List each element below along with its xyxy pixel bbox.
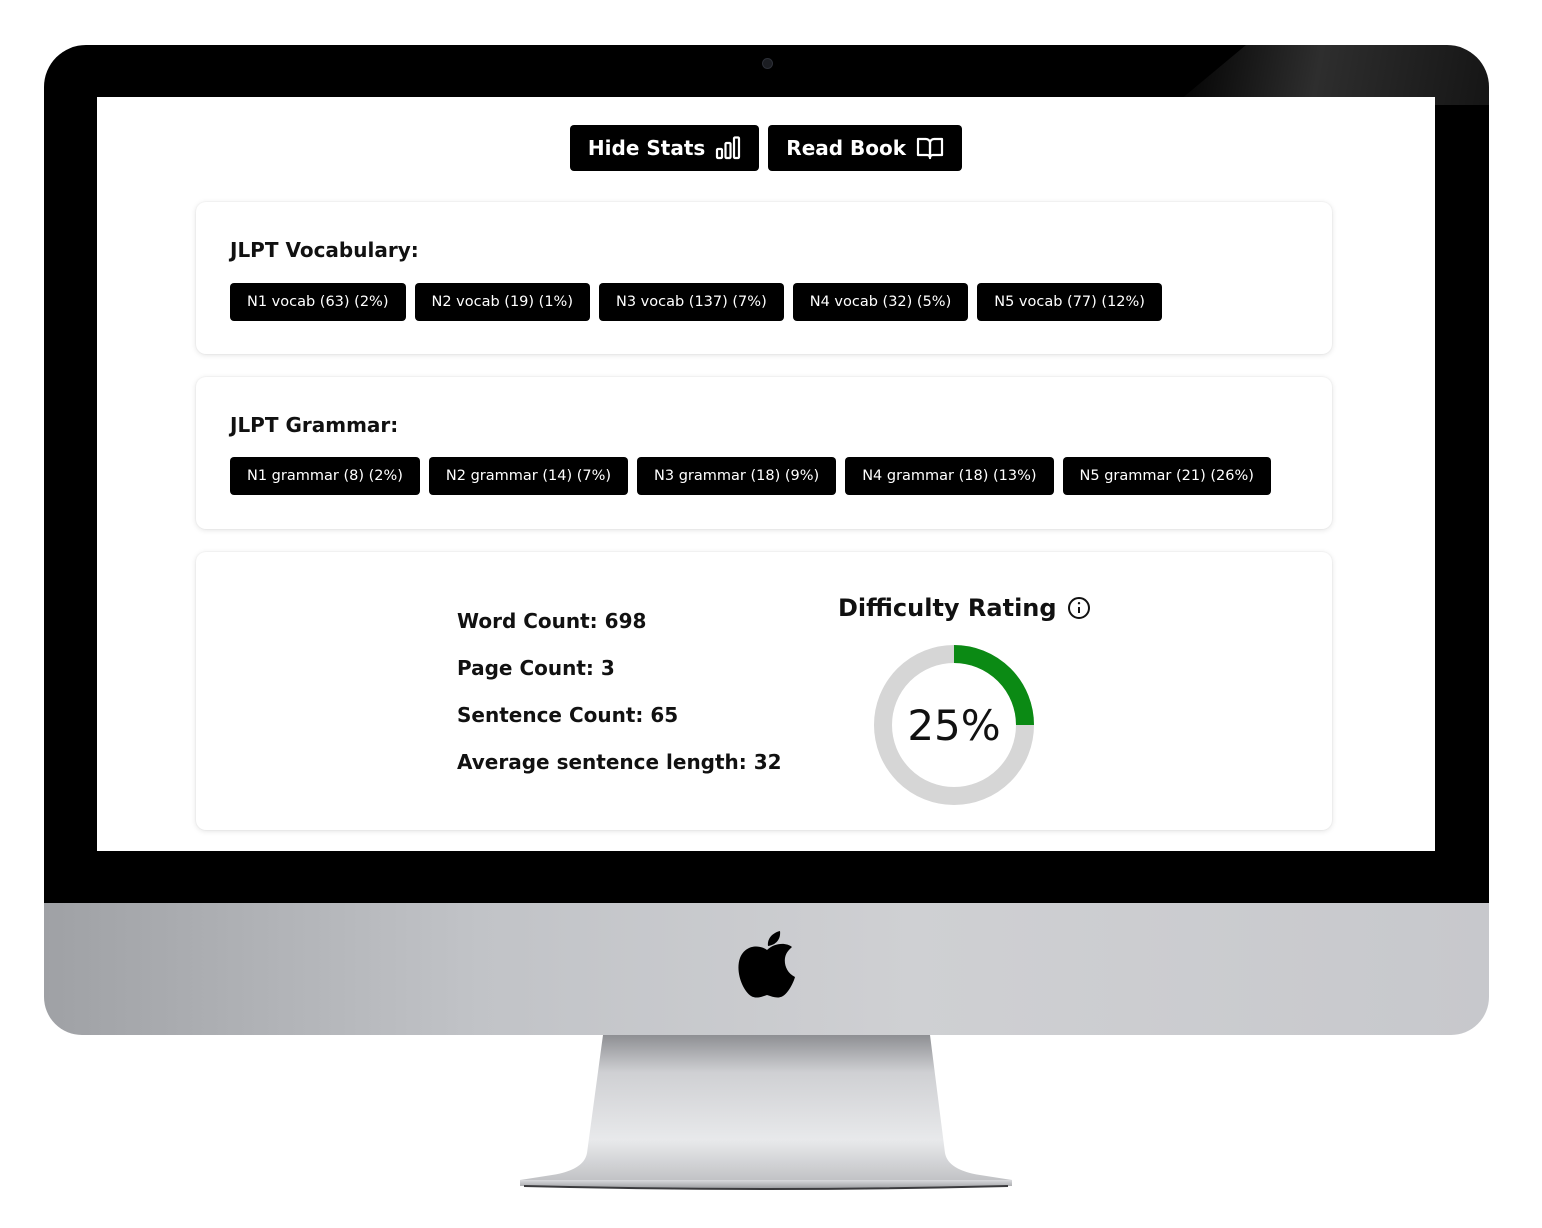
- hide-stats-label: Hide Stats: [587, 136, 706, 160]
- bar-chart-icon: [715, 136, 741, 160]
- info-icon[interactable]: [1067, 596, 1091, 620]
- grammar-tag-n3[interactable]: N3 grammar (18) (9%): [637, 457, 837, 495]
- word-count: Word Count: 698: [457, 609, 647, 633]
- difficulty-title-row: Difficulty Rating: [838, 594, 1091, 622]
- webcam: [762, 58, 773, 69]
- grammar-title: JLPT Grammar:: [230, 413, 399, 437]
- monitor-chin: [44, 903, 1489, 1035]
- difficulty-title: Difficulty Rating: [838, 594, 1057, 622]
- grammar-card: JLPT Grammar: N1 grammar (8) (2%) N2 gra…: [196, 377, 1332, 529]
- book-open-icon: [916, 136, 944, 160]
- difficulty-value: 25%: [907, 700, 1001, 750]
- vocabulary-title: JLPT Vocabulary:: [230, 238, 419, 262]
- vocabulary-card: JLPT Vocabulary: N1 vocab (63) (2%) N2 v…: [196, 202, 1332, 354]
- bezel-glare: [1174, 45, 1489, 105]
- read-book-label: Read Book: [786, 136, 907, 160]
- vocabulary-tags: N1 vocab (63) (2%) N2 vocab (19) (1%) N3…: [230, 283, 1162, 321]
- stats-list: Word Count: 698 Page Count: 3 Sentence C…: [457, 602, 782, 790]
- vocab-tag-n4[interactable]: N4 vocab (32) (5%): [792, 283, 969, 321]
- vocab-tag-n5[interactable]: N5 vocab (77) (12%): [977, 283, 1162, 321]
- grammar-tag-n2[interactable]: N2 grammar (14) (7%): [428, 457, 629, 495]
- average-sentence-length: Average sentence length: 32: [457, 750, 782, 774]
- screen: Hide Stats Read Book JLPT Vocabulary: N1…: [97, 97, 1435, 851]
- page-count: Page Count: 3: [457, 656, 615, 680]
- grammar-tag-n5[interactable]: N5 grammar (21) (26%): [1062, 457, 1271, 495]
- apple-logo: [738, 931, 795, 998]
- vocab-tag-n1[interactable]: N1 vocab (63) (2%): [230, 283, 406, 321]
- top-actions: Hide Stats Read Book: [97, 125, 1435, 171]
- monitor-stand: [520, 1035, 1012, 1190]
- hide-stats-button[interactable]: Hide Stats: [569, 125, 760, 171]
- stats-card: Word Count: 698 Page Count: 3 Sentence C…: [196, 552, 1332, 830]
- grammar-tags: N1 grammar (8) (2%) N2 grammar (14) (7%)…: [230, 457, 1271, 495]
- grammar-tag-n4[interactable]: N4 grammar (18) (13%): [845, 457, 1054, 495]
- read-book-button[interactable]: Read Book: [768, 125, 963, 171]
- difficulty-rating: Difficulty Rating 25%: [838, 594, 1098, 824]
- sentence-count: Sentence Count: 65: [457, 703, 679, 727]
- vocab-tag-n3[interactable]: N3 vocab (137) (7%): [599, 283, 784, 321]
- grammar-tag-n1[interactable]: N1 grammar (8) (2%): [230, 457, 420, 495]
- vocab-tag-n2[interactable]: N2 vocab (19) (1%): [414, 283, 590, 321]
